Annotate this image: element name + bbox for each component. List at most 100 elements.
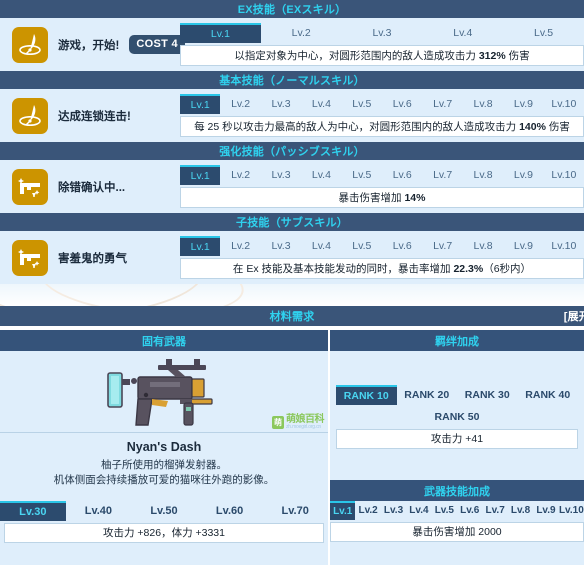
panel-header-weapon: 固有武器 (0, 330, 328, 351)
weapon-skill-level-tab[interactable]: Lv.2 (355, 501, 380, 520)
bond-rank-tab[interactable]: RANK 50 (425, 407, 490, 427)
desc-pre: 在 Ex 技能及基本技能发动的同时，暴击率增加 (232, 263, 454, 275)
bond-rank-tab[interactable]: RANK 40 (518, 385, 579, 405)
level-tab[interactable]: Lv.7 (422, 236, 462, 256)
level-tab[interactable]: Lv.1 (180, 236, 221, 256)
weapon-skill-level-tab[interactable]: Lv.8 (508, 501, 533, 520)
desc-pre: 以指定对象为中心，对圆形范围内的敌人造成攻击力 (234, 50, 479, 62)
level-tab[interactable]: Lv.8 (463, 165, 503, 185)
level-tab[interactable]: Lv.6 (382, 236, 422, 256)
level-tab[interactable]: Lv.1 (180, 165, 221, 185)
level-tab[interactable]: Lv.2 (261, 23, 342, 43)
watermark-badge: 萌 (272, 416, 284, 429)
level-selector-ex: Lv.1 Lv.2 Lv.3 Lv.4 Lv.5 以指定对象为中心，对圆形范围内… (180, 23, 584, 66)
bond-rank-selector: RANK 10 RANK 20 RANK 30 RANK 40 RANK 50 … (330, 351, 584, 449)
expand-link[interactable]: [展开 (564, 308, 584, 324)
weapon-stat-line: 攻击力 +826，体力 +3331 (4, 523, 324, 543)
crescent-lasso-icon (12, 97, 48, 134)
level-tab[interactable]: Lv.6 (382, 165, 422, 185)
level-tab[interactable]: Lv.4 (301, 236, 341, 256)
level-tab[interactable]: Lv.1 (180, 94, 221, 114)
section-title: 子技能（サブスキル） (236, 217, 348, 229)
level-tabs: Lv.1 Lv.2 Lv.3 Lv.4 Lv.5 Lv.6 Lv.7 Lv.8 … (180, 236, 584, 256)
level-tab[interactable]: Lv.3 (261, 236, 301, 256)
level-tab[interactable]: Lv.8 (463, 94, 503, 114)
level-tab[interactable]: Lv.5 (342, 165, 382, 185)
desc-pre: 每 25 秒以攻击力最高的敌人为中心，对圆形范围内的敌人造成攻击力 (194, 121, 520, 133)
skill-row-ex: 游戏，开始! COST 4 Lv.1 Lv.2 Lv.3 Lv.4 Lv.5 以… (0, 18, 584, 71)
level-tab[interactable]: Lv.2 (220, 236, 260, 256)
section-title: EX技能（EXスキル） (237, 4, 347, 16)
weapon-skill-level-tab[interactable]: Lv.5 (432, 501, 457, 520)
level-tab[interactable]: Lv.5 (342, 94, 382, 114)
level-tab[interactable]: Lv.3 (342, 23, 423, 43)
skill-description: 每 25 秒以攻击力最高的敌人为中心，对圆形范围内的敌人造成攻击力 140% 伤… (180, 116, 584, 137)
level-tab[interactable]: Lv.4 (301, 94, 341, 114)
level-tab[interactable]: Lv.8 (463, 236, 503, 256)
weapon-image: 萌 萌娘百科 zh.moegirl.org.cn (0, 351, 328, 433)
sparkle-pistol-icon (12, 168, 48, 205)
weapon-skill-level-tab[interactable]: Lv.6 (457, 501, 482, 520)
level-tab[interactable]: Lv.2 (220, 165, 260, 185)
panel-title: 武器技能加成 (424, 485, 490, 498)
level-tab[interactable]: Lv.10 (544, 236, 584, 256)
weapon-skill-stat-line: 暴击伤害增加 2000 (330, 522, 584, 542)
level-tab[interactable]: Lv.7 (422, 94, 462, 114)
unique-weapon-panel: 固有武器 萌 萌娘百科 zh.moegirl.org.cn Nyan's Das… (0, 330, 330, 565)
desc-value: 14% (404, 192, 426, 204)
weapon-skill-level-tab[interactable]: Lv.3 (381, 501, 406, 520)
skill-description: 以指定对象为中心，对圆形范围内的敌人造成攻击力 312% 伤害 (180, 45, 584, 66)
skill-name: 游戏，开始! (58, 39, 120, 52)
skill-name: 达成连锁连击! (58, 110, 131, 123)
section-title: 强化技能（パッシブスキル） (219, 146, 365, 158)
weapon-level-tab[interactable]: Lv.50 (131, 501, 197, 521)
weapon-skill-level-tab[interactable]: Lv.7 (482, 501, 507, 520)
level-tab[interactable]: Lv.9 (503, 94, 543, 114)
weapon-skill-level-tab[interactable]: Lv.4 (406, 501, 431, 520)
skill-row-sub: 害羞鬼的勇气 Lv.1 Lv.2 Lv.3 Lv.4 Lv.5 Lv.6 Lv.… (0, 231, 584, 284)
desc-post: 伤害 (545, 121, 570, 133)
weapon-skill-level-tab[interactable]: Lv.10 (559, 501, 584, 520)
bond-rank-tab[interactable]: RANK 10 (336, 385, 397, 405)
level-tab[interactable]: Lv.3 (261, 165, 301, 185)
weapon-level-selector: Lv.30 Lv.40 Lv.50 Lv.60 Lv.70 攻击力 +826，体… (0, 501, 328, 543)
level-tab[interactable]: Lv.6 (382, 94, 422, 114)
bond-rank-tab[interactable]: RANK 20 (397, 385, 458, 405)
bond-and-weaponskill-panel: 羁绊加成 RANK 10 RANK 20 RANK 30 RANK 40 RAN… (330, 330, 584, 565)
level-selector-passive: Lv.1 Lv.2 Lv.3 Lv.4 Lv.5 Lv.6 Lv.7 Lv.8 … (180, 165, 584, 208)
weapon-level-tab[interactable]: Lv.40 (66, 501, 132, 521)
weapon-name: Nyan's Dash (126, 440, 202, 454)
level-tab[interactable]: Lv.1 (180, 23, 261, 43)
level-tab[interactable]: Lv.3 (261, 94, 301, 114)
level-tab[interactable]: Lv.7 (422, 165, 462, 185)
weapon-level-tab[interactable]: Lv.70 (262, 501, 328, 521)
level-tabs: Lv.1 Lv.2 Lv.3 Lv.4 Lv.5 Lv.6 Lv.7 Lv.8 … (180, 94, 584, 114)
level-tab[interactable]: Lv.10 (544, 94, 584, 114)
section-header-sub: 子技能（サブスキル） (0, 213, 584, 231)
level-tab[interactable]: Lv.2 (220, 94, 260, 114)
level-tab[interactable]: Lv.9 (503, 236, 543, 256)
level-tab[interactable]: Lv.4 (301, 165, 341, 185)
level-tab[interactable]: Lv.5 (342, 236, 382, 256)
panel-title: 固有武器 (142, 335, 186, 348)
level-selector-sub: Lv.1 Lv.2 Lv.3 Lv.4 Lv.5 Lv.6 Lv.7 Lv.8 … (180, 236, 584, 279)
crescent-lasso-icon (12, 26, 48, 63)
level-tab[interactable]: Lv.4 (422, 23, 503, 43)
weapon-description: 柚子所使用的榴弹发射器。 机体侧面会持续播放可爱的猫咪往外跑的影像。 (0, 458, 328, 488)
weapon-skill-level-tab[interactable]: Lv.1 (330, 501, 356, 520)
weapon-skill-level-tab[interactable]: Lv.9 (533, 501, 558, 520)
level-tab[interactable]: Lv.10 (544, 165, 584, 185)
skill-description: 暴击伤害增加 14% (180, 187, 584, 208)
section-header-passive: 强化技能（パッシブスキル） (0, 142, 584, 160)
desc-pre: 暴击伤害增加 (338, 192, 405, 204)
level-tab[interactable]: Lv.5 (503, 23, 584, 43)
weapon-level-tab[interactable]: Lv.60 (197, 501, 263, 521)
skill-name: 害羞鬼的勇气 (58, 252, 127, 265)
character-skill-page: EX技能（EXスキル） 游戏，开始! COST 4 Lv.1 Lv.2 Lv.3… (0, 0, 584, 570)
bond-rank-tabs-row1: RANK 10 RANK 20 RANK 30 RANK 40 (336, 385, 578, 405)
weapon-level-tab[interactable]: Lv.30 (0, 501, 66, 521)
bond-rank-tab[interactable]: RANK 30 (457, 385, 518, 405)
weapon-level-tabs: Lv.30 Lv.40 Lv.50 Lv.60 Lv.70 (0, 501, 328, 521)
section-header-ex: EX技能（EXスキル） (0, 0, 584, 18)
level-tab[interactable]: Lv.9 (503, 165, 543, 185)
